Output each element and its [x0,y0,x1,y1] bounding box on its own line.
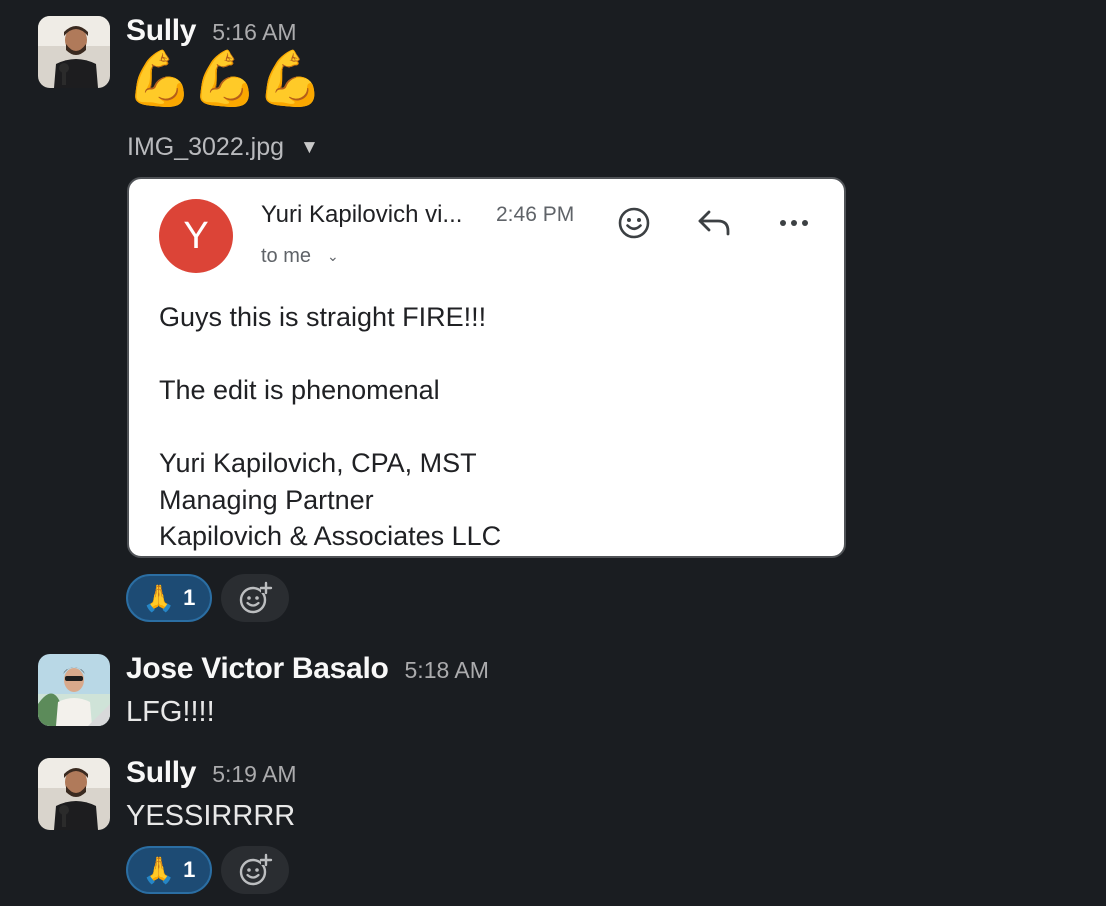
reactions: 🙏 1 [126,574,289,622]
avatar-image [38,654,110,726]
message-emojis: 💪💪💪 [126,49,324,109]
caret-down-icon[interactable]: ▼ [300,137,319,159]
attachment-filename[interactable]: IMG_3022.jpg [127,133,284,162]
reaction-count: 1 [183,585,196,610]
author-name[interactable]: Sully [126,14,197,48]
attachment-header: IMG_3022.jpg ▼ [127,133,319,162]
more-icon [774,203,814,243]
smiley-icon [614,203,654,243]
email-line: The edit is phenomenal [159,375,440,405]
email-line: Yuri Kapilovich, CPA, MST [159,448,477,478]
message-text: YESSIRRRR [126,800,296,832]
avatar[interactable] [38,758,110,830]
add-reaction-icon [239,853,273,886]
email-time: 2:46 PM [496,203,575,226]
timestamp[interactable]: 5:16 AM [212,19,296,46]
pray-emoji: 🙏 [142,854,176,885]
email-to-label: to me [261,245,312,267]
reaction-count: 1 [183,857,196,882]
avatar-image [38,758,110,830]
author-name[interactable]: Jose Victor Basalo [126,652,389,686]
reactions: 🙏 1 [126,846,289,894]
pray-emoji: 🙏 [142,582,176,613]
email-line: Guys this is straight FIRE!!! [159,302,487,332]
reply-icon [694,203,734,243]
image-attachment[interactable]: Y Yuri Kapilovich vi... 2:46 PM to me ⌄ [127,177,846,558]
reaction-pray[interactable]: 🙏 1 [126,574,212,622]
message-text: LFG!!!! [126,696,215,728]
avatar[interactable] [38,654,110,726]
email-sender-avatar: Y [159,199,233,273]
email-recipient: to me ⌄ [261,245,339,268]
reaction-pray[interactable]: 🙏 1 [126,846,212,894]
timestamp[interactable]: 5:19 AM [212,761,296,788]
author-name[interactable]: Sully [126,756,197,790]
timestamp[interactable]: 5:18 AM [405,657,489,684]
avatar-image [38,16,110,88]
add-reaction-icon [239,581,273,614]
email-line: Managing Partner [159,484,374,515]
add-reaction-button[interactable] [221,846,289,894]
email-sender-name: Yuri Kapilovich vi... [261,201,463,228]
add-reaction-button[interactable] [221,574,289,622]
email-line: Kapilovich & Associates LLC [159,521,502,551]
chevron-down-icon: ⌄ [327,248,339,264]
avatar[interactable] [38,16,110,88]
email-body: Guys this is straight FIRE!!! The edit i… [159,299,501,555]
